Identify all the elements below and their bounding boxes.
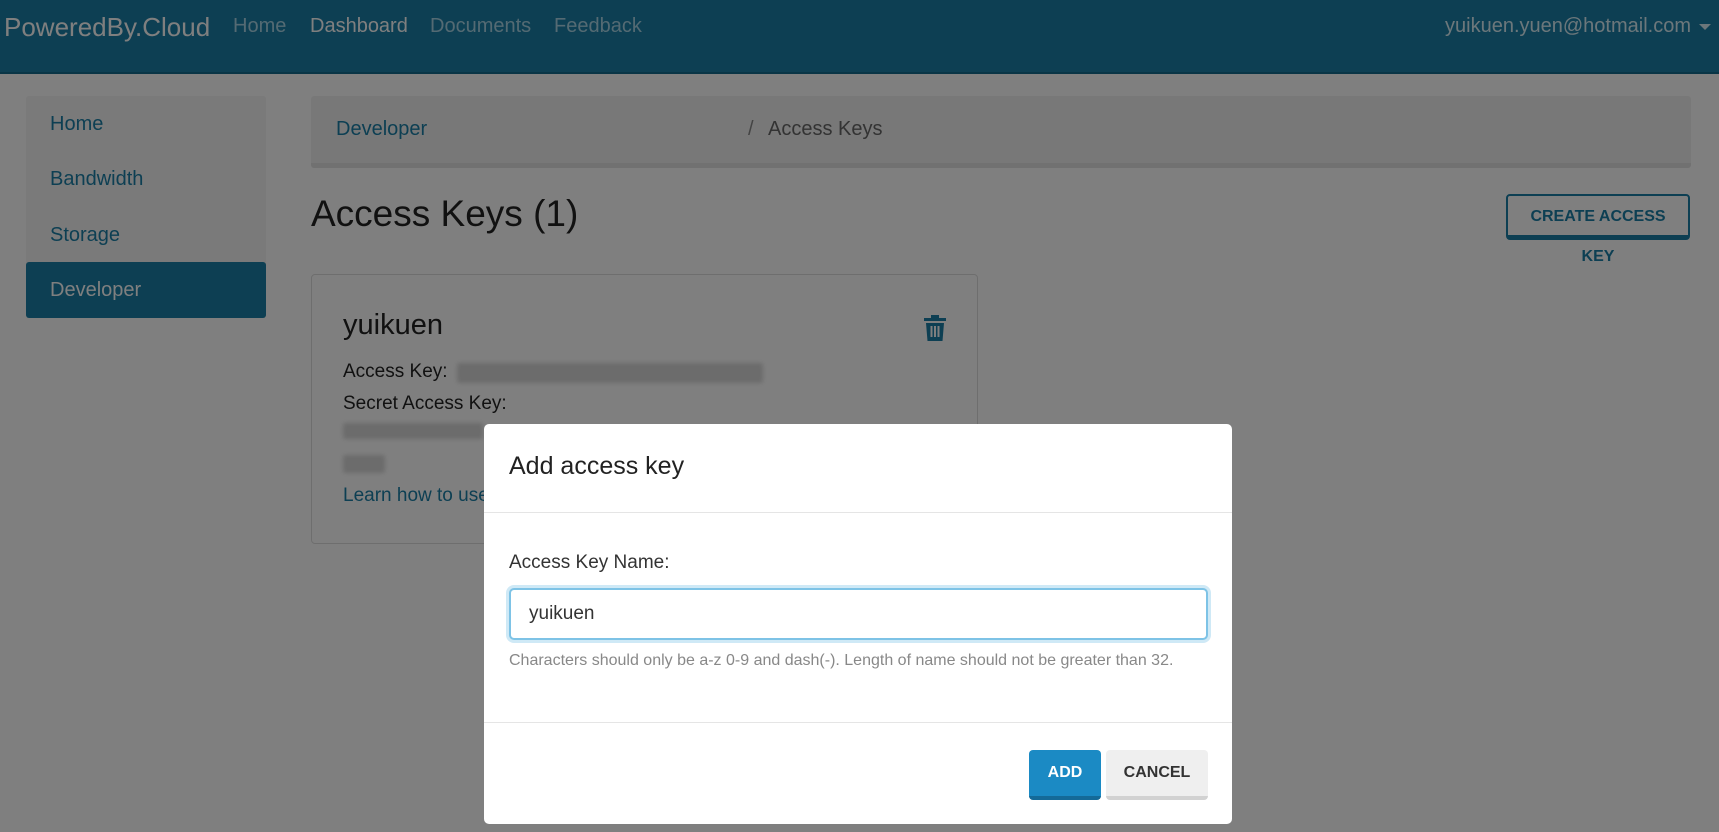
page: PoweredBy.Cloud Home Dashboard Documents…: [0, 0, 1719, 832]
add-access-key-dialog: Add access key Access Key Name: Characte…: [484, 424, 1232, 824]
dialog-footer-divider: [484, 722, 1232, 723]
dialog-title: Add access key: [509, 452, 685, 480]
add-button[interactable]: ADD: [1029, 750, 1101, 800]
access-key-name-input[interactable]: [509, 588, 1208, 640]
dialog-header-divider: [484, 512, 1232, 513]
cancel-button[interactable]: CANCEL: [1106, 750, 1208, 800]
access-key-name-label: Access Key Name:: [509, 552, 670, 573]
field-help-text: Characters should only be a-z 0-9 and da…: [509, 652, 1174, 669]
